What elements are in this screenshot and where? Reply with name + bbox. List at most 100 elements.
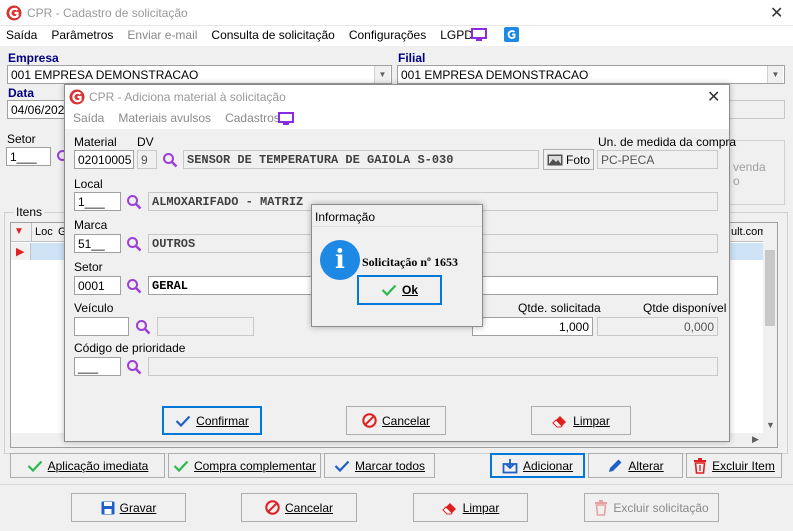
cancelar-main-button[interactable]: Cancelar <box>241 493 357 522</box>
main-window-title: CPR - Cadastro de solicitação <box>27 6 188 20</box>
setor-description-value: GERAL <box>152 279 189 293</box>
filial-select[interactable]: 001 EMPRESA DEMONSTRACAO ▼ <box>397 65 785 84</box>
grid-vscroll-thumb[interactable] <box>765 250 775 326</box>
side-text-venda: venda <box>733 160 766 174</box>
qtde-solicitada-label: Qtde. solicitada <box>518 301 601 315</box>
menu-parametros[interactable]: Parâmetros <box>51 28 113 42</box>
dialog-menu-saida[interactable]: Saída <box>73 111 104 125</box>
excluir-item-button[interactable]: Excluir Item <box>686 453 782 478</box>
menu-consulta-solicitacao[interactable]: Consulta de solicitação <box>211 28 334 42</box>
cancel-icon <box>362 413 377 428</box>
confirmar-label: Confirmar <box>196 413 249 428</box>
check-icon <box>381 284 397 296</box>
qtde-solicitada-field[interactable]: 1,000 <box>472 317 593 336</box>
main-setor-value: 1___ <box>10 150 37 164</box>
gravar-button[interactable]: Gravar <box>71 493 186 522</box>
ok-label: Ok <box>401 283 418 297</box>
setor-code-field[interactable]: 0001 <box>74 276 121 295</box>
dv-label: DV <box>137 135 154 149</box>
search-icon[interactable] <box>162 152 178 168</box>
search-icon[interactable] <box>126 236 142 252</box>
empresa-label: Empresa <box>8 51 59 65</box>
dialog-close-icon[interactable]: ✕ <box>707 87 720 107</box>
excluir-solicitacao-button[interactable]: Excluir solicitação <box>584 493 719 522</box>
qtde-disponivel-field: 0,000 <box>597 317 718 336</box>
info-icon: i <box>320 240 360 280</box>
search-icon[interactable] <box>135 319 151 335</box>
material-code-field[interactable]: 02010005 <box>74 150 134 169</box>
prioridade-label: Código de prioridade <box>74 341 186 355</box>
confirmar-button[interactable]: Confirmar <box>162 406 262 435</box>
marcar-todos-button[interactable]: Marcar todos <box>324 453 435 478</box>
foto-button[interactable]: Foto <box>543 149 594 170</box>
empresa-value: 001 EMPRESA DEMONSTRACAO <box>11 68 199 82</box>
dialog-menu-materiais-avulsos[interactable]: Materiais avulsos <box>118 111 211 125</box>
ok-button[interactable]: Ok <box>357 275 442 305</box>
setor-code-value: 0001 <box>78 279 105 293</box>
search-icon[interactable] <box>126 194 142 210</box>
local-label: Local <box>74 177 103 191</box>
menu-lgpd[interactable]: LGPD <box>440 28 473 42</box>
monitor-icon[interactable] <box>471 28 487 42</box>
menu-saida[interactable]: Saída <box>6 28 37 42</box>
marcar-todos-label: Marcar todos <box>354 458 426 473</box>
marca-code-field[interactable]: 51__ <box>74 234 121 253</box>
prioridade-code-field[interactable]: ___ <box>74 357 121 376</box>
search-icon[interactable] <box>126 278 142 294</box>
info-message: Solicitação nº 1653 <box>362 255 458 269</box>
marca-code-value: 51__ <box>78 237 105 251</box>
chevron-down-icon[interactable]: ▼ <box>374 66 390 83</box>
excluir-solicitacao-label: Excluir solicitação <box>613 500 709 515</box>
search-icon[interactable] <box>126 359 142 375</box>
monitor-icon[interactable] <box>278 112 294 126</box>
adicionar-button[interactable]: Adicionar <box>490 453 585 478</box>
limpar-dialog-button[interactable]: Limpar <box>531 406 631 435</box>
cancelar-dialog-label: Cancelar <box>381 413 431 428</box>
grid-col-divider <box>31 223 32 242</box>
unidade-field: PC-PECA <box>597 150 718 169</box>
main-close-icon[interactable]: ✕ <box>770 3 783 23</box>
limpar-main-label: Limpar <box>462 500 500 515</box>
compra-complementar-label: Compra complementar <box>193 458 317 473</box>
local-code-field[interactable]: 1___ <box>74 192 121 211</box>
chevron-down-icon[interactable]: ▼ <box>767 66 783 83</box>
eraser-icon <box>441 502 456 514</box>
sort-down-icon[interactable]: ▼ <box>14 226 24 237</box>
setor-label: Setor <box>74 260 103 274</box>
lgpd-logo-icon[interactable] <box>504 27 519 42</box>
scroll-down-icon[interactable]: ▼ <box>766 420 775 430</box>
alterar-button[interactable]: Alterar <box>588 453 683 478</box>
qtde-disponivel-label: Qtde disponível <box>643 301 727 315</box>
material-label: Material <box>74 135 117 149</box>
data-value: 04/06/2020 <box>11 103 67 117</box>
limpar-main-button[interactable]: Limpar <box>413 493 528 522</box>
side-text-o: o <box>733 174 740 188</box>
main-setor-field[interactable]: 1___ <box>6 147 51 166</box>
check-icon <box>27 460 42 472</box>
menu-configuracoes[interactable]: Configurações <box>349 28 426 42</box>
cancelar-dialog-button[interactable]: Cancelar <box>346 406 446 435</box>
eraser-icon <box>552 415 567 427</box>
bottom-separator <box>0 484 793 485</box>
compra-complementar-button[interactable]: Compra complementar <box>168 453 321 478</box>
adicionar-label: Adicionar <box>522 458 574 473</box>
dialog-menu-cadastros[interactable]: Cadastros <box>225 111 280 125</box>
aplicacao-imediata-button[interactable]: Aplicação imediata <box>10 453 165 478</box>
local-description-value: ALMOXARIFADO - MATRIZ <box>152 195 304 209</box>
dialog-menu-bar: Saída Materiais avulsos Cadastros <box>65 109 729 129</box>
data-field[interactable]: 04/06/2020 <box>7 100 67 119</box>
cancel-icon <box>265 500 280 515</box>
info-title: Informação <box>315 210 376 224</box>
check-icon <box>334 460 350 472</box>
dialog-title: CPR - Adiciona material à solicitação <box>89 90 286 104</box>
veiculo-code-field[interactable] <box>74 317 129 336</box>
app-logo-icon <box>6 5 22 21</box>
menu-enviar-email[interactable]: Enviar e-mail <box>127 28 197 42</box>
scroll-right-icon[interactable]: ▶ <box>752 434 759 445</box>
dv-value: 9 <box>141 153 148 167</box>
grid-header-loc: Loc <box>35 226 53 238</box>
material-code-value: 02010005 <box>78 153 132 167</box>
alterar-label: Alterar <box>628 458 664 473</box>
prioridade-value: ___ <box>78 360 99 374</box>
empresa-select[interactable]: 001 EMPRESA DEMONSTRACAO ▼ <box>7 65 392 84</box>
